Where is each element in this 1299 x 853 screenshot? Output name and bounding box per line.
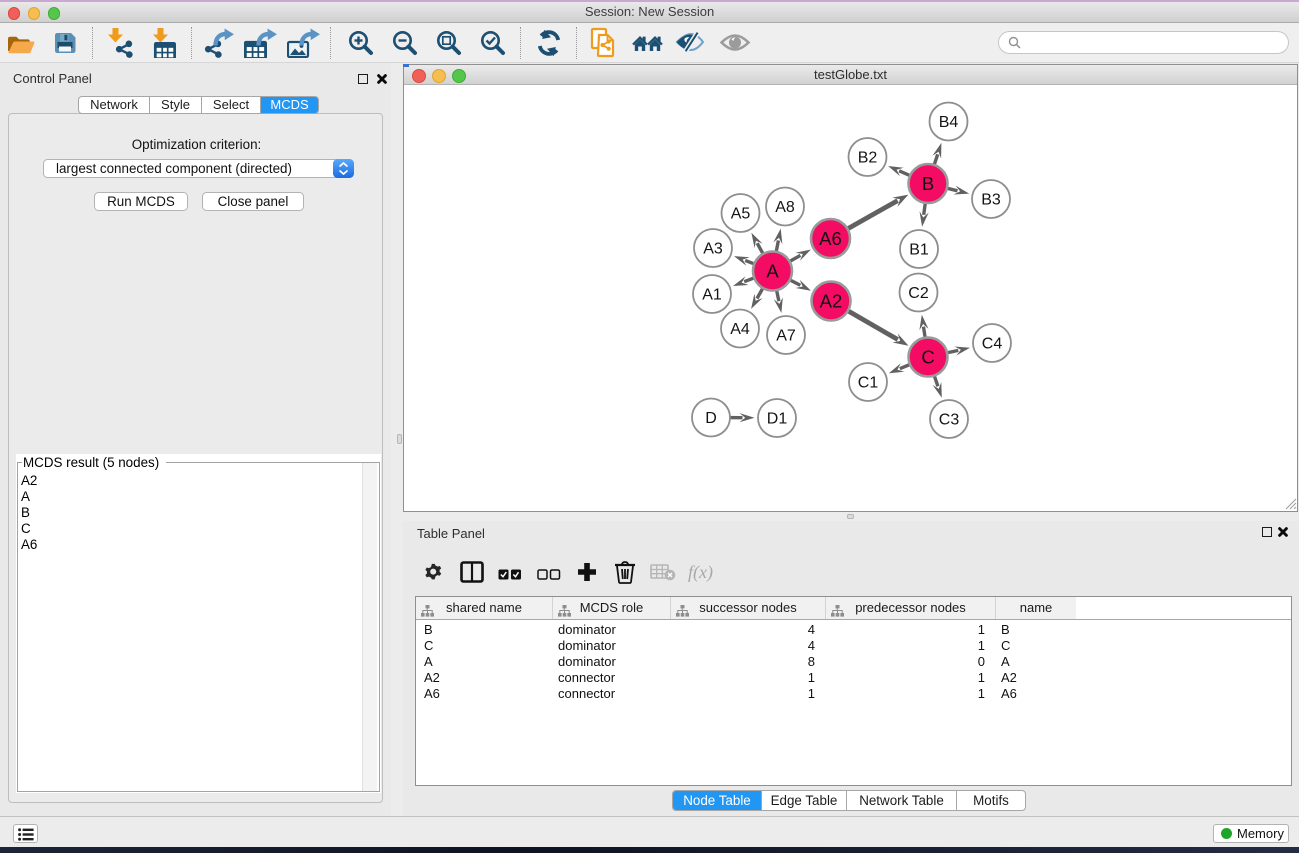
svg-text:B2: B2 [858, 150, 878, 167]
svg-text:A: A [766, 261, 779, 282]
svg-text:A2: A2 [820, 291, 843, 312]
svg-text:A5: A5 [731, 206, 751, 223]
svg-text:A3: A3 [703, 241, 723, 258]
svg-text:C4: C4 [982, 336, 1003, 353]
svg-text:D: D [705, 410, 717, 427]
svg-text:A6: A6 [819, 228, 842, 249]
svg-text:C3: C3 [939, 412, 960, 429]
svg-text:C1: C1 [858, 375, 879, 392]
svg-text:B4: B4 [939, 114, 959, 131]
svg-text:B3: B3 [981, 192, 1001, 209]
svg-text:D1: D1 [767, 411, 788, 428]
svg-text:C2: C2 [908, 285, 929, 302]
svg-text:C: C [921, 347, 934, 368]
svg-text:A4: A4 [730, 321, 750, 338]
svg-text:A7: A7 [776, 328, 796, 345]
svg-text:B1: B1 [909, 242, 929, 259]
svg-text:B: B [922, 173, 934, 194]
svg-text:A8: A8 [775, 199, 795, 216]
svg-text:A1: A1 [702, 287, 722, 304]
